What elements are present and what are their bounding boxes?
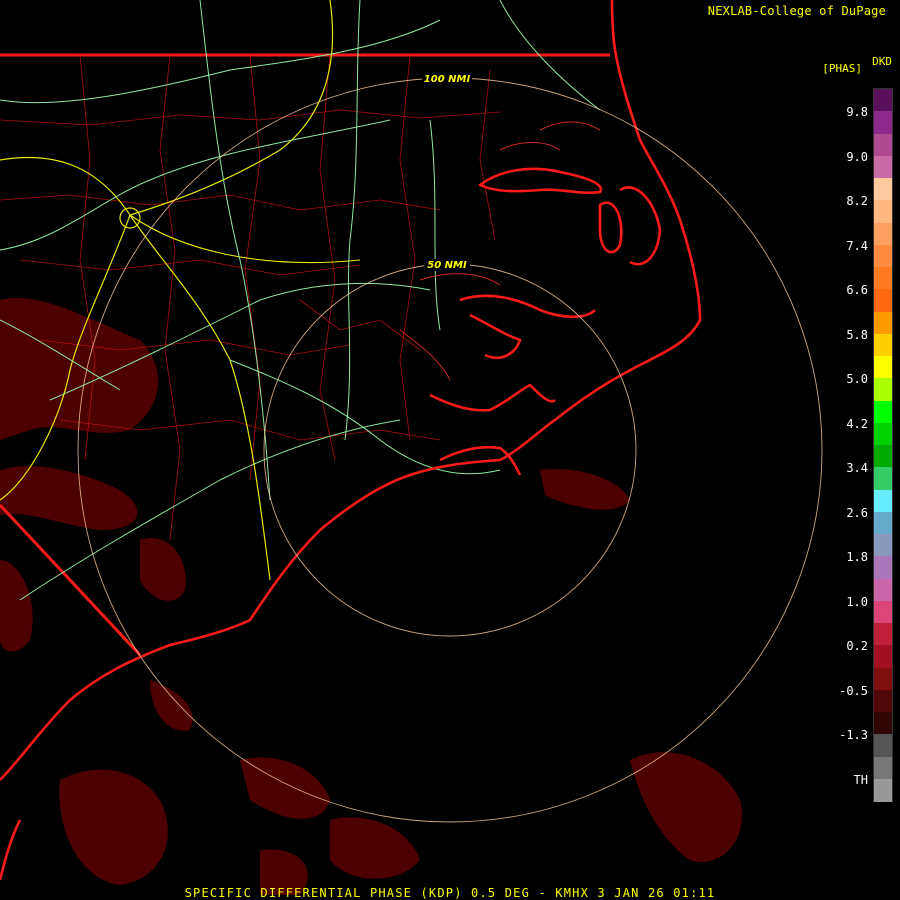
color-scale-segment (874, 534, 892, 557)
color-scale-segment (874, 778, 892, 802)
legend-unit: [PHAS] (822, 62, 862, 75)
color-scale-segment (874, 689, 892, 713)
color-scale-segment (874, 712, 892, 735)
ring-label-100: 100 NMI (424, 74, 471, 85)
color-scale-segment (874, 556, 892, 579)
color-scale-segment (874, 155, 892, 179)
color-scale-segment (874, 756, 892, 780)
color-scale-tick: -0.5 (839, 683, 868, 698)
color-scale-tick: -1.3 (839, 728, 868, 742)
color-scale-segment (874, 267, 892, 290)
color-scale-tick: 3.4 (846, 461, 868, 475)
color-scale-segment (874, 333, 892, 357)
color-scale-segment (874, 178, 892, 201)
color-scale-segment (874, 244, 892, 268)
legend-product: DKD (872, 55, 892, 68)
color-scale-tick: TH (853, 772, 868, 787)
color-scale-tick: 6.6 (846, 283, 868, 297)
color-scale-segment (874, 489, 892, 513)
color-scale-segment (874, 200, 892, 223)
color-scale-segment (874, 89, 892, 112)
color-scale-tick: 4.2 (846, 416, 868, 431)
credit-label: NEXLAB-College of DuPage (707, 4, 886, 18)
color-scale (873, 88, 893, 802)
color-scale-tick: 1.0 (846, 594, 868, 609)
color-scale-segment (874, 667, 892, 691)
color-scale-segment (874, 645, 892, 668)
color-scale-segment (874, 467, 892, 490)
color-scale-segment (874, 378, 892, 401)
color-scale-segment (874, 133, 892, 157)
color-scale-tick: 0.2 (846, 639, 868, 653)
product-caption: SPECIFIC DIFFERENTIAL PHASE (KDP) 0.5 DE… (184, 886, 716, 900)
color-scale-segment (874, 422, 892, 446)
color-scale-segment (874, 511, 892, 535)
color-scale-segment (874, 311, 892, 335)
color-scale-tick: 9.8 (846, 105, 868, 119)
color-scale-tick: 9.0 (846, 149, 868, 164)
color-scale-segment (874, 445, 892, 468)
color-scale-segment (874, 289, 892, 312)
color-scale-tick: 5.8 (846, 327, 868, 342)
color-scale-segment (874, 400, 892, 424)
color-scale-segment (874, 600, 892, 624)
color-scale-segment (874, 734, 892, 757)
color-scale-segment (874, 356, 892, 379)
color-scale-segment (874, 222, 892, 246)
color-scale-tick: 5.0 (846, 372, 868, 386)
color-scale-tick: 8.2 (846, 194, 868, 208)
color-scale-tick: 2.6 (846, 505, 868, 520)
legend-title: DKD [PHAS] (822, 55, 892, 75)
color-scale-tick: 7.4 (846, 238, 868, 253)
color-scale-segment (874, 623, 892, 646)
color-scale-segment (874, 578, 892, 602)
ring-label-50: 50 NMI (427, 260, 467, 271)
color-scale-tick: 1.8 (846, 550, 868, 564)
color-scale-segment (874, 111, 892, 134)
radar-map: 50 NMI 100 NMI (0, 0, 900, 900)
